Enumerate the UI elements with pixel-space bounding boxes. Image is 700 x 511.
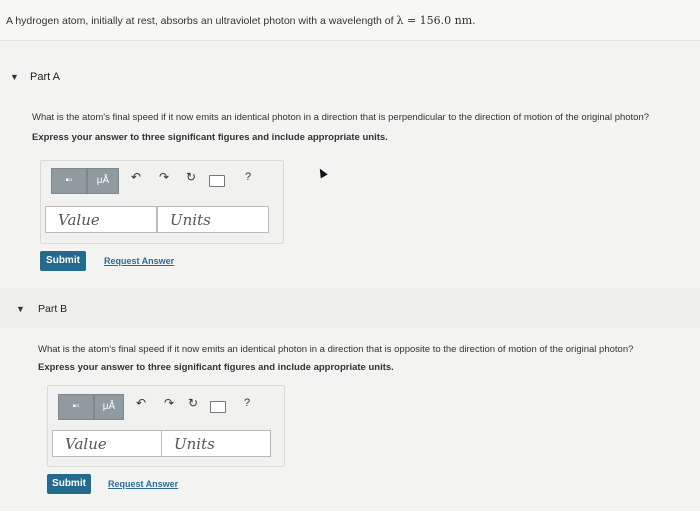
caret-down-icon[interactable]: ▼ [16, 304, 25, 314]
help-icon[interactable]: ? [245, 171, 251, 183]
undo-icon[interactable]: ↶ [136, 396, 146, 410]
redo-icon[interactable]: ↷ [164, 396, 174, 410]
part-b-header[interactable]: ▼ Part B [0, 288, 700, 328]
part-a-instruction: Express your answer to three significant… [32, 132, 388, 143]
part-a-toolbar: ▪▫ μÅ ↶ ↷ ↻ ? [51, 168, 276, 194]
templates-button[interactable]: ▪▫ [51, 168, 87, 194]
problem-prefix: A hydrogen atom, initially at rest, abso… [6, 15, 394, 27]
wavelength-value: λ = 156.0 nm. [396, 14, 476, 27]
templates-icon: ▪▫ [65, 175, 73, 186]
part-b-value-field[interactable]: Value [52, 430, 162, 457]
part-b-instruction: Express your answer to three significant… [38, 362, 394, 373]
part-a-answer-box: ▪▫ μÅ ↶ ↷ ↻ ? Value Units [40, 160, 284, 244]
mouse-cursor-icon [316, 166, 328, 179]
caret-down-icon[interactable]: ▼ [10, 72, 19, 82]
greek-symbols-button[interactable]: μÅ [94, 394, 124, 420]
part-b-submit-button[interactable]: Submit [47, 474, 91, 494]
part-b-answer-box: ▪▫ μÅ ↶ ↷ ↻ ? Value Units [47, 385, 285, 467]
part-a-request-answer-link[interactable]: Request Answer [104, 256, 174, 266]
templates-icon: ▪▫ [72, 401, 80, 412]
part-a-question: What is the atom's final speed if it now… [32, 112, 650, 123]
templates-button[interactable]: ▪▫ [58, 394, 94, 420]
part-a-header[interactable]: ▼ Part A [0, 58, 700, 98]
problem-text: A hydrogen atom, initially at rest, abso… [6, 14, 476, 27]
problem-statement: A hydrogen atom, initially at rest, abso… [0, 0, 700, 41]
undo-icon[interactable]: ↶ [131, 170, 141, 184]
part-a-units-field[interactable]: Units [157, 206, 269, 233]
part-a-value-field[interactable]: Value [45, 206, 157, 233]
part-a-title: Part A [30, 71, 60, 83]
part-a-submit-button[interactable]: Submit [40, 251, 86, 271]
greek-icon: μÅ [96, 175, 110, 186]
part-b-question: What is the atom's final speed if it now… [38, 344, 634, 355]
keyboard-icon[interactable] [210, 401, 226, 413]
keyboard-icon[interactable] [209, 175, 225, 187]
greek-icon: μÅ [102, 401, 116, 412]
reset-icon[interactable]: ↻ [188, 396, 198, 410]
help-icon[interactable]: ? [244, 397, 250, 409]
greek-symbols-button[interactable]: μÅ [87, 168, 119, 194]
redo-icon[interactable]: ↷ [159, 170, 169, 184]
part-b-toolbar: ▪▫ μÅ ↶ ↷ ↻ ? [58, 394, 278, 420]
part-b-title: Part B [38, 303, 68, 315]
reset-icon[interactable]: ↻ [186, 170, 196, 184]
part-b-units-field[interactable]: Units [161, 430, 271, 457]
part-b-request-answer-link[interactable]: Request Answer [108, 479, 178, 489]
